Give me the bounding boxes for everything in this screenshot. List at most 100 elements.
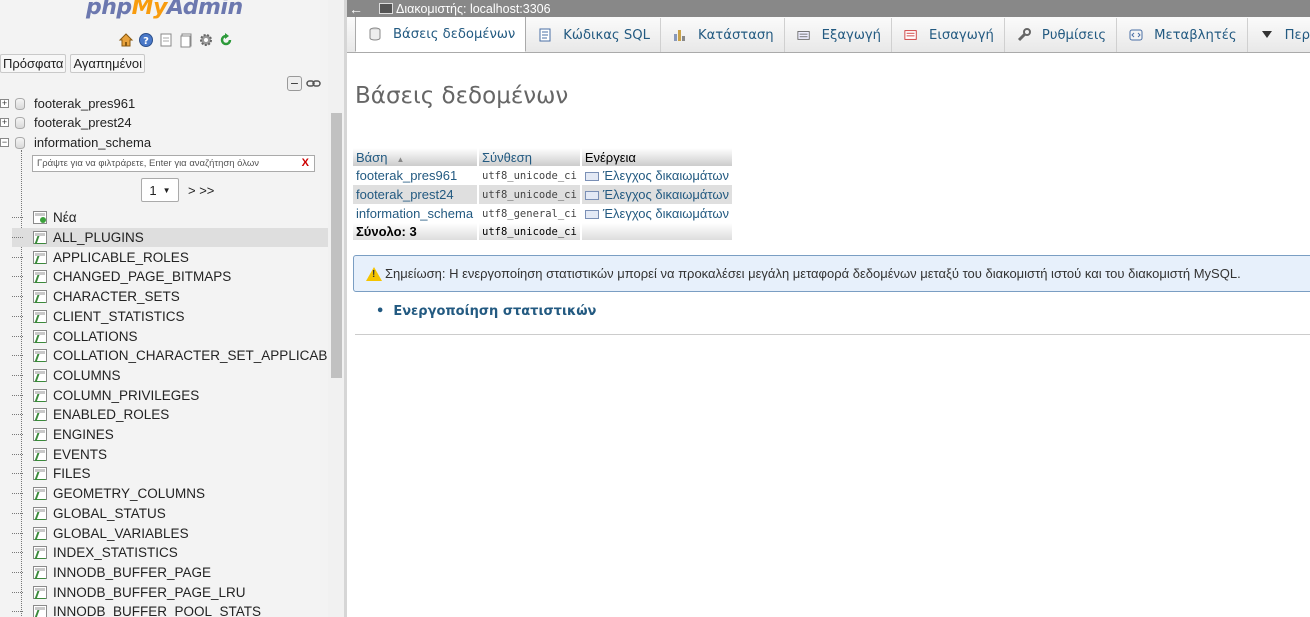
expand-icon[interactable]: + [0,99,9,108]
table-item-label[interactable]: FILES [53,466,91,481]
table-item[interactable]: CLIENT_STATISTICS [12,307,328,327]
table-item-label[interactable]: GEOMETRY_COLUMNS [53,486,205,501]
table-item[interactable]: CHANGED_PAGE_BITMAPS [12,267,328,287]
home-icon[interactable] [118,32,134,48]
table-item[interactable]: ENABLED_ROLES [12,405,328,425]
table-item[interactable]: ENGINES [12,425,328,445]
table-item-label[interactable]: EVENTS [53,447,107,462]
table-icon[interactable] [33,565,47,579]
table-icon[interactable] [33,605,47,617]
table-item[interactable]: GLOBAL_VARIABLES [12,523,328,543]
table-item[interactable]: INNODB_BUFFER_PAGE [12,563,328,583]
db-item-label[interactable]: footerak_pres961 [34,96,135,111]
table-item[interactable]: COLUMNS [12,366,328,386]
table-item[interactable]: INNODB_BUFFER_POOL_STATS [12,602,328,617]
next-page-link[interactable]: > >> [188,183,214,198]
table-icon[interactable] [33,290,47,304]
tab-variables[interactable]: Μεταβλητές [1117,18,1248,52]
tab-export[interactable]: Εξαγωγή [785,18,893,52]
table-item-label[interactable]: INNODB_BUFFER_PAGE_LRU [53,585,246,600]
table-item-label[interactable]: INNODB_BUFFER_PAGE [53,565,211,580]
doc-page-icon[interactable] [178,32,194,48]
help-icon[interactable]: ? [138,32,154,48]
table-icon[interactable] [33,506,47,520]
table-icon[interactable] [33,368,47,382]
expand-icon[interactable]: + [0,118,9,127]
collation-column-header[interactable]: Σύνθεση [478,148,582,166]
docs-icon[interactable] [158,32,174,48]
db-column-header[interactable]: Βάση ▲ [353,148,479,166]
table-item-label[interactable]: Νέα [53,210,77,225]
table-item[interactable]: CHARACTER_SETS [12,287,328,307]
db-item-label[interactable]: footerak_prest24 [34,115,132,130]
check-privileges-link[interactable]: Έλεγχος δικαιωμάτων [580,185,735,204]
table-item-label[interactable]: COLUMN_PRIVILEGES [53,388,199,403]
back-arrow-icon[interactable]: ← [347,1,365,17]
table-item-label[interactable]: ALL_PLUGINS [53,230,144,245]
tab-status[interactable]: Κατάσταση [661,18,785,52]
db-item[interactable]: + footerak_prest24 [0,113,132,132]
table-item-label[interactable]: INNODB_BUFFER_POOL_STATS [53,604,261,617]
table-item[interactable]: EVENTS [12,444,328,464]
table-item-label[interactable]: GLOBAL_VARIABLES [53,526,189,541]
collapse-all-icon[interactable]: − [287,76,302,91]
table-item-label[interactable]: COLLATIONS [53,329,138,344]
table-item-label[interactable]: ENABLED_ROLES [53,407,169,422]
table-icon[interactable] [33,231,47,245]
nav-scroll-thumb[interactable] [331,113,342,378]
table-item[interactable]: COLLATION_CHARACTER_SET_APPLICABILITY [12,346,328,366]
table-item[interactable]: FILES [12,464,328,484]
table-item[interactable]: COLUMN_PRIVILEGES [12,385,328,405]
table-item-label[interactable]: CHARACTER_SETS [53,289,180,304]
table-item[interactable]: ALL_PLUGINS [12,227,328,248]
table-icon[interactable] [33,467,47,481]
server-label[interactable]: Διακομιστής: localhost:3306 [396,2,551,16]
sort-ascending-icon[interactable]: ▲ [396,155,404,164]
table-icon[interactable] [33,309,47,323]
table-item-label[interactable]: INDEX_STATISTICS [53,545,178,560]
check-privileges-link[interactable]: Έλεγχος δικαιωμάτων [580,204,735,223]
settings-gear-icon[interactable] [198,32,214,48]
table-item-label[interactable]: ENGINES [53,427,114,442]
table-item-label[interactable]: APPLICABLE_ROLES [53,250,189,265]
db-name-link[interactable]: information_schema [353,204,479,223]
table-item-label[interactable]: COLLATION_CHARACTER_SET_APPLICABILITY [53,348,328,363]
table-item[interactable]: INNODB_BUFFER_PAGE_LRU [12,582,328,602]
new-table-item[interactable]: Νέα [12,208,328,228]
table-icon[interactable] [33,526,47,540]
table-item-label[interactable]: CHANGED_PAGE_BITMAPS [53,269,231,284]
table-item[interactable]: COLLATIONS [12,326,328,346]
tab-settings[interactable]: Ρυθμίσεις [1005,18,1118,52]
table-icon[interactable] [33,270,47,284]
table-icon[interactable] [33,388,47,402]
check-privileges-link[interactable]: Έλεγχος δικαιωμάτων [580,166,735,185]
link-icon[interactable] [306,76,321,91]
panel-divider[interactable] [344,0,347,617]
table-item[interactable]: APPLICABLE_ROLES [12,247,328,267]
db-item[interactable]: + footerak_pres961 [0,94,135,113]
tab-databases[interactable]: Βάσεις δεδομένων [355,17,527,52]
table-filter-input[interactable]: Γράψτε για να φιλτράρετε, Enter για αναζ… [32,155,315,172]
db-item[interactable]: − information_schema [0,133,151,152]
db-name-link[interactable]: footerak_prest24 [353,185,479,204]
table-item[interactable]: GEOMETRY_COLUMNS [12,484,328,504]
db-item-label[interactable]: information_schema [34,135,151,150]
tab-sql[interactable]: Κώδικας SQL [526,18,661,52]
table-icon[interactable] [33,250,47,264]
clear-filter-icon[interactable]: X [302,156,309,171]
table-icon[interactable] [33,447,47,461]
table-item-label[interactable]: CLIENT_STATISTICS [53,309,185,324]
table-icon[interactable] [33,546,47,560]
tab-import[interactable]: Εισαγωγή [892,18,1005,52]
table-icon[interactable] [33,408,47,422]
db-name-link[interactable]: footerak_pres961 [353,166,479,185]
table-item-label[interactable]: COLUMNS [53,368,121,383]
enable-statistics-link[interactable]: Ενεργοποίηση στατιστικών [393,304,596,319]
page-select[interactable]: 1 ▼ [141,178,179,202]
favorites-tab[interactable]: Αγαπημένοι [70,54,146,73]
table-icon[interactable] [33,585,47,599]
phpmyadmin-logo[interactable]: phpMyAdmin [86,0,256,23]
table-item[interactable]: INDEX_STATISTICS [12,543,328,563]
table-icon[interactable] [33,428,47,442]
recent-tab[interactable]: Πρόσφατα [0,54,67,73]
